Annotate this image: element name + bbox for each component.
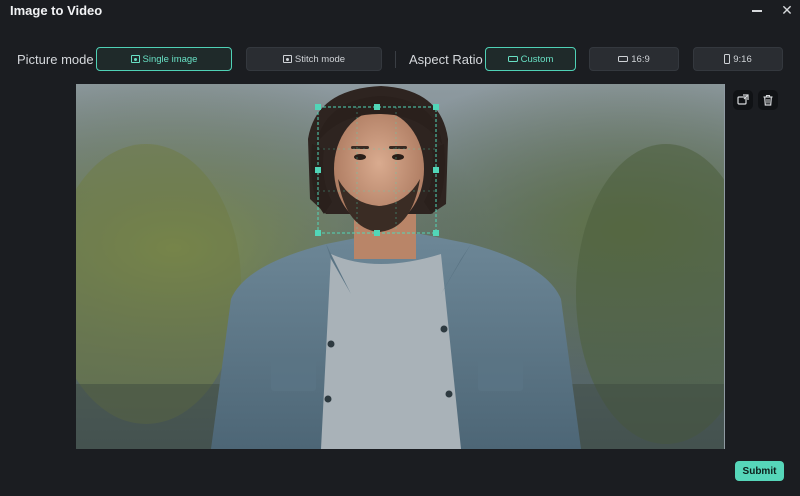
toolbar-divider: [395, 51, 396, 68]
landscape-frame-icon: [507, 56, 518, 62]
picture-mode-label: Picture mode: [17, 52, 94, 67]
replace-image-button[interactable]: [733, 90, 753, 110]
portrait-frame-icon: [724, 54, 731, 64]
image-icon: [282, 55, 292, 63]
trash-icon: [763, 94, 773, 106]
crop-handle[interactable]: [433, 167, 439, 173]
photo-preview: [76, 84, 725, 449]
crop-handle[interactable]: [374, 104, 380, 110]
aspect-ratio-label: Aspect Ratio: [409, 52, 483, 67]
crop-handle[interactable]: [433, 230, 439, 236]
stitch-mode-label: Stitch mode: [294, 53, 346, 65]
title-bar: Image to Video ✕: [0, 0, 800, 22]
submit-button[interactable]: Submit: [735, 461, 784, 481]
delete-image-button[interactable]: [758, 90, 778, 110]
image-preview-canvas[interactable]: [76, 84, 725, 449]
window-title: Image to Video: [10, 3, 103, 18]
stitch-mode-button[interactable]: Stitch mode: [246, 47, 382, 71]
aspect-9-16-label: 9:16: [733, 53, 752, 65]
crop-handle[interactable]: [315, 167, 321, 173]
crop-handle[interactable]: [315, 104, 321, 110]
crop-handle[interactable]: [433, 104, 439, 110]
aspect-9-16-button[interactable]: 9:16: [693, 47, 783, 71]
image-icon: [130, 55, 140, 63]
close-icon[interactable]: ✕: [778, 1, 796, 19]
canvas-edge: [724, 84, 725, 449]
replace-image-icon: [737, 94, 749, 105]
aspect-16-9-button[interactable]: 16:9: [589, 47, 679, 71]
aspect-custom-button[interactable]: Custom: [485, 47, 576, 71]
minimize-icon[interactable]: [748, 1, 766, 19]
crop-handle[interactable]: [315, 230, 321, 236]
landscape-frame-icon: [618, 56, 629, 62]
aspect-custom-label: Custom: [520, 53, 554, 65]
single-image-label: Single image: [142, 53, 198, 65]
crop-handle[interactable]: [374, 230, 380, 236]
single-image-button[interactable]: Single image: [96, 47, 232, 71]
aspect-16-9-label: 16:9: [631, 53, 650, 65]
